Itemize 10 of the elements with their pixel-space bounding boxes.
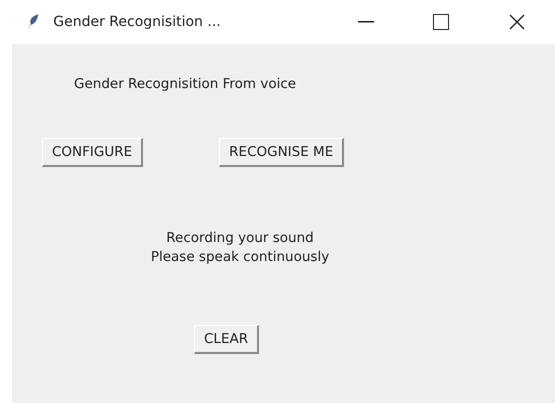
- app-heading: Gender Recognisition From voice: [74, 76, 296, 92]
- status-text: Recording your sound: [166, 229, 314, 248]
- clear-button[interactable]: CLEAR: [194, 325, 260, 354]
- window-title: Gender Recognisition ...: [53, 14, 222, 30]
- minimize-icon[interactable]: [358, 21, 374, 23]
- status-text: Please speak continuously: [150, 248, 330, 267]
- action-button[interactable]: CONFIGURE: [42, 138, 144, 167]
- close-icon[interactable]: [509, 14, 526, 30]
- action-button[interactable]: RECOGNISE ME: [219, 138, 344, 167]
- maximize-icon[interactable]: [433, 14, 450, 30]
